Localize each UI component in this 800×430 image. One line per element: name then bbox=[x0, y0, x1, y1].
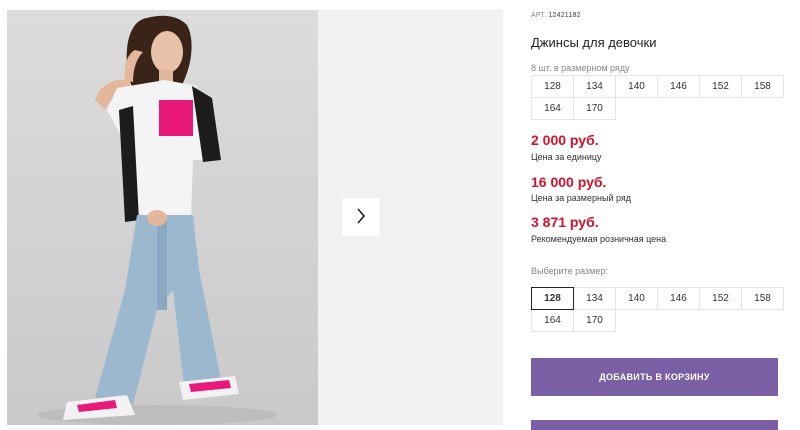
sku-value: 12421182 bbox=[548, 12, 581, 19]
size-option-152[interactable]: 152 bbox=[699, 287, 742, 310]
size-row-cell: 170 bbox=[573, 97, 616, 120]
size-row-cell: 146 bbox=[657, 75, 700, 98]
size-row-grid: 128 134 140 146 152 158 164 170 bbox=[531, 75, 784, 120]
sku-label: АРТ. bbox=[531, 12, 547, 19]
size-option-140[interactable]: 140 bbox=[615, 287, 658, 310]
row-price: 16 000 руб. bbox=[531, 174, 607, 190]
size-row-cell: 158 bbox=[741, 75, 784, 98]
size-option-146[interactable]: 146 bbox=[657, 287, 700, 310]
size-row-cell: 164 bbox=[531, 97, 574, 120]
product-gallery bbox=[7, 10, 503, 425]
unit-price: 2 000 руб. bbox=[531, 132, 599, 148]
size-option-158[interactable]: 158 bbox=[741, 287, 784, 310]
chevron-right-icon bbox=[356, 207, 366, 227]
product-title: Джинсы для девочки bbox=[531, 35, 657, 50]
retail-price-label: Рекомендуемая розничная цена bbox=[531, 234, 667, 244]
size-row-cell: 140 bbox=[615, 75, 658, 98]
size-selector: 128 134 140 146 152 158 164 170 bbox=[531, 287, 784, 332]
size-row-cell: 134 bbox=[573, 75, 616, 98]
size-row-cell: 152 bbox=[699, 75, 742, 98]
secondary-action-button[interactable] bbox=[531, 420, 778, 430]
unit-price-label: Цена за единицу bbox=[531, 152, 602, 162]
size-row-hint: 8 шт. в размерном ряду bbox=[531, 63, 630, 73]
size-option-164[interactable]: 164 bbox=[531, 309, 574, 332]
size-option-134[interactable]: 134 bbox=[573, 287, 616, 310]
add-to-cart-button[interactable]: ДОБАВИТЬ В КОРЗИНУ bbox=[531, 358, 778, 396]
size-option-128[interactable]: 128 bbox=[531, 287, 574, 310]
next-image-button[interactable] bbox=[342, 198, 380, 236]
retail-price: 3 871 руб. bbox=[531, 214, 599, 230]
size-row-cell: 128 bbox=[531, 75, 574, 98]
row-price-label: Цена за размерный ряд bbox=[531, 193, 632, 203]
sku: АРТ. 12421182 bbox=[531, 12, 581, 19]
size-option-170[interactable]: 170 bbox=[573, 309, 616, 332]
product-photo[interactable] bbox=[7, 10, 318, 425]
choose-size-hint: Выберите размер: bbox=[531, 266, 608, 276]
product-photo-illustration bbox=[37, 15, 277, 425]
